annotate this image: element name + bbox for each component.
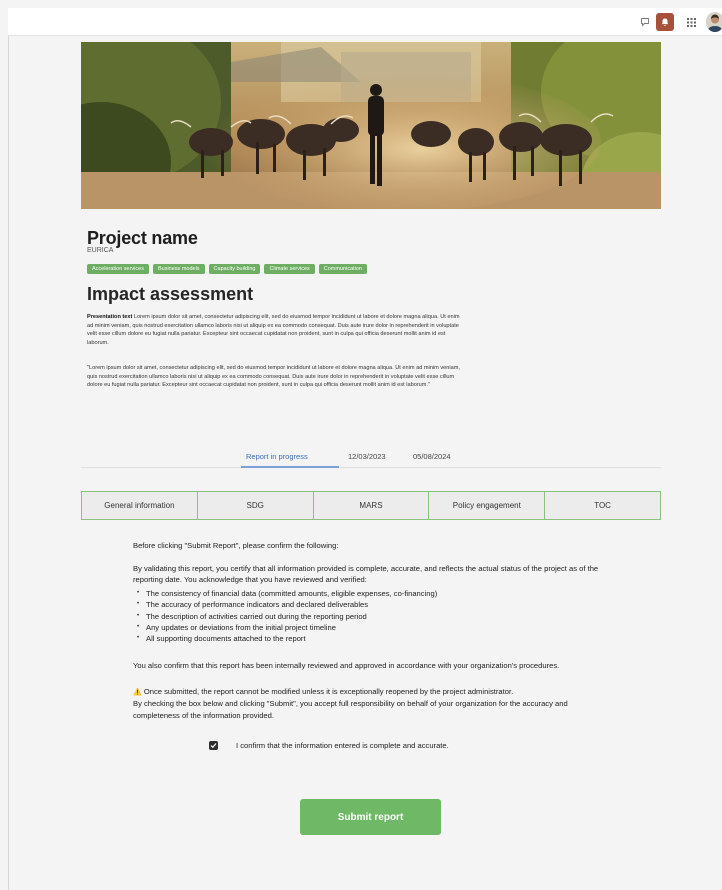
start-date: 12/03/2023 — [348, 452, 386, 461]
tag-badge: Business models — [152, 264, 205, 274]
tab-general-information[interactable]: General information — [82, 492, 198, 519]
page-title: Impact assessment — [87, 284, 254, 304]
grid-icon[interactable] — [682, 13, 700, 31]
top-bar — [8, 8, 722, 36]
avatar[interactable] — [706, 12, 722, 32]
project-title: Project name — [87, 228, 198, 248]
list-item: Any updates or deviations from the initi… — [137, 622, 437, 634]
tag-badge: Capacity building — [208, 264, 261, 274]
status-underline — [241, 466, 339, 468]
responsibility-text: By checking the box below and clicking "… — [133, 699, 568, 720]
tab-sdg[interactable]: SDG — [197, 492, 314, 519]
submission-intro: Before clicking "Submit Report", please … — [133, 541, 339, 550]
warning-icon: ⚠️ — [133, 689, 142, 696]
approval-text: You also confirm that this report has be… — [133, 661, 560, 670]
hero-image — [81, 42, 661, 209]
confirm-checkbox[interactable] — [209, 741, 218, 750]
tag-badge: Climate services — [264, 264, 315, 274]
tab-policy-engagement[interactable]: Policy engagement — [429, 492, 546, 519]
submit-report-button[interactable]: Submit report — [300, 799, 441, 835]
list-item: The consistency of financial data (commi… — [137, 588, 437, 600]
end-date: 05/08/2024 — [413, 452, 451, 461]
report-status-tab[interactable]: Report in progress — [246, 452, 308, 461]
list-item: The description of activities carried ou… — [137, 611, 437, 623]
quote-text: "Lorem ipsum dolor sit amet, consectetur… — [87, 365, 460, 389]
project-subtitle: EURICA — [87, 247, 114, 254]
section-tabs: General information SDG MARS Policy enga… — [81, 491, 661, 520]
tab-mars[interactable]: MARS — [313, 492, 430, 519]
tag-badge: Acceleration services — [87, 264, 149, 274]
warning-block: ⚠️ Once submitted, the report cannot be … — [133, 686, 613, 721]
tab-toc[interactable]: TOC — [545, 492, 660, 519]
warning-text: Once submitted, the report cannot be mod… — [143, 687, 514, 696]
confirm-row[interactable]: I confirm that the information entered i… — [209, 741, 449, 750]
validation-text: By validating this report, you certify t… — [133, 564, 599, 585]
presentation-body: Lorem ipsum dolor sit amet, consectetur … — [87, 314, 460, 346]
bell-icon[interactable] — [656, 13, 674, 31]
confirm-label: I confirm that the information entered i… — [236, 741, 449, 750]
presentation-label: Presentation text — [87, 314, 133, 320]
list-item: All supporting documents attached to the… — [137, 633, 437, 645]
report-status-bar: Report in progress 12/03/2023 05/08/2024 — [81, 446, 661, 468]
tag-list: Acceleration services Business models Ca… — [87, 264, 367, 274]
tag-badge: Communication — [318, 264, 367, 274]
checklist: The consistency of financial data (commi… — [137, 588, 437, 645]
list-item: The accuracy of performance indicators a… — [137, 599, 437, 611]
presentation-text: Presentation text Lorem ipsum dolor sit … — [87, 313, 467, 347]
chat-icon[interactable] — [636, 13, 654, 31]
